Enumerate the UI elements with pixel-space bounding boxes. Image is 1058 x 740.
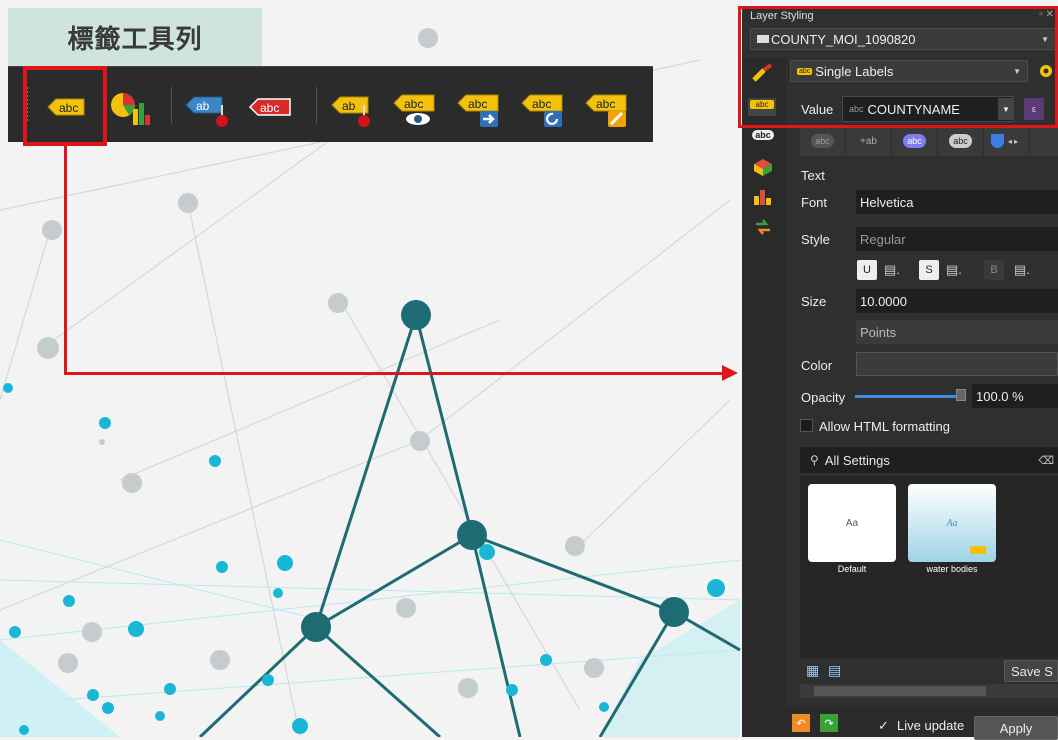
- 3d-cube-icon[interactable]: [752, 158, 774, 176]
- font-label: Font: [801, 195, 828, 210]
- search-icon: ⚲: [810, 453, 819, 467]
- list-view-button[interactable]: ▤: [828, 662, 841, 679]
- live-update-checkbox[interactable]: ✓: [878, 718, 889, 734]
- opacity-slider[interactable]: [855, 395, 957, 398]
- rotate-label-icon: abc: [521, 94, 563, 127]
- text-settings-tabs: abc +ab abc abc ◂ ▸: [800, 126, 1058, 156]
- scrollbar-thumb[interactable]: [814, 686, 986, 696]
- bold-option-icon[interactable]: ▤.: [1014, 262, 1030, 278]
- allow-html-checkbox[interactable]: [800, 419, 813, 432]
- history-tab-icon[interactable]: [752, 218, 774, 236]
- apply-button[interactable]: Apply: [974, 716, 1058, 740]
- annotation-arrow-head: [722, 365, 738, 381]
- style-field[interactable]: Regular: [856, 227, 1058, 251]
- opacity-slider-handle[interactable]: [956, 389, 966, 401]
- toolbar-separator: [171, 87, 172, 123]
- style-library: Aa Default Aa water bodies: [800, 476, 1058, 658]
- underline-button[interactable]: U: [857, 260, 877, 280]
- svg-text:abc: abc: [404, 97, 423, 111]
- layer-diagram-options-button[interactable]: [109, 85, 153, 129]
- diagram-tab-icon[interactable]: [752, 188, 774, 206]
- change-label-button[interactable]: abc: [584, 85, 628, 129]
- eye-label-icon: abc: [393, 94, 435, 125]
- settings-search-label: All Settings: [824, 452, 890, 468]
- pin-diagram-icon: ab: [331, 96, 370, 127]
- move-label-button[interactable]: abc: [456, 85, 500, 129]
- pin-diagrams-button[interactable]: ab: [330, 85, 374, 129]
- pin-labels-button[interactable]: ab: [184, 85, 228, 129]
- color-label: Color: [801, 358, 833, 373]
- live-update-label: Live update: [897, 718, 965, 733]
- toolbar-separator: [316, 87, 317, 123]
- save-symbol-button[interactable]: Save S: [1004, 660, 1058, 682]
- slide-title: 標籤工具列: [8, 8, 262, 66]
- redo-button[interactable]: ↷: [820, 714, 838, 732]
- size-unit-select[interactable]: Points: [856, 320, 1058, 344]
- diagram-chart-icon: [111, 93, 150, 125]
- panel-highlight-box: [738, 6, 1058, 128]
- water-bodies-badge-icon: [970, 546, 986, 554]
- clear-search-icon[interactable]: ⌫: [1038, 454, 1054, 467]
- opacity-label: Opacity: [801, 390, 846, 405]
- highlight-pinned-labels-button[interactable]: abc: [248, 85, 292, 129]
- symbol-default-preview[interactable]: Aa: [808, 484, 896, 562]
- toolbar-highlight-box: [23, 66, 107, 146]
- tab-buffer[interactable]: abc: [892, 126, 938, 156]
- svg-text:ab: ab: [196, 99, 210, 113]
- svg-text:abc: abc: [468, 97, 487, 111]
- font-field[interactable]: Helvetica: [856, 190, 1058, 214]
- strikethrough-option-icon[interactable]: ▤.: [946, 262, 962, 278]
- pin-label-icon: ab: [185, 96, 228, 127]
- size-field[interactable]: 10.0000: [856, 289, 1058, 313]
- rotate-label-button[interactable]: abc: [520, 85, 564, 129]
- undo-button[interactable]: ↶: [792, 714, 810, 732]
- underline-option-icon[interactable]: ▤.: [884, 262, 900, 278]
- move-label-icon: abc: [457, 94, 499, 127]
- color-picker-button[interactable]: [856, 352, 1058, 376]
- abc-mask-icon[interactable]: abc: [752, 130, 774, 148]
- text-section-heading: Text: [801, 168, 825, 183]
- tab-shadow[interactable]: ◂ ▸: [984, 126, 1030, 156]
- horizontal-scrollbar[interactable]: [800, 684, 1058, 698]
- annotation-arrow-line: [64, 146, 67, 374]
- size-label: Size: [801, 294, 827, 309]
- tab-formatting[interactable]: +ab: [846, 126, 892, 156]
- panel-side-tabs: abc abc: [742, 58, 786, 737]
- annotation-arrow-line: [64, 372, 724, 375]
- tab-text[interactable]: abc: [800, 126, 846, 156]
- svg-text:ab: ab: [342, 99, 356, 113]
- bold-button[interactable]: B: [984, 260, 1004, 280]
- settings-search-input[interactable]: ⚲ All Settings ⌫: [800, 447, 1058, 473]
- style-label: Style: [801, 232, 830, 247]
- edit-label-icon: abc: [585, 94, 627, 127]
- tab-background[interactable]: abc: [938, 126, 984, 156]
- strikethrough-button[interactable]: S: [919, 260, 939, 280]
- svg-text:abc: abc: [260, 101, 279, 115]
- highlight-label-icon: abc: [248, 98, 291, 116]
- opacity-value-field[interactable]: 100.0 %: [972, 384, 1058, 408]
- symbol-water-bodies-label: water bodies: [926, 564, 978, 574]
- show-hide-labels-button[interactable]: abc: [392, 85, 436, 129]
- allow-html-label: Allow HTML formatting: [819, 419, 950, 434]
- symbol-default-label: Default: [837, 564, 867, 574]
- svg-text:abc: abc: [532, 97, 551, 111]
- svg-text:abc: abc: [596, 97, 615, 111]
- icon-view-button[interactable]: ▦: [806, 662, 819, 679]
